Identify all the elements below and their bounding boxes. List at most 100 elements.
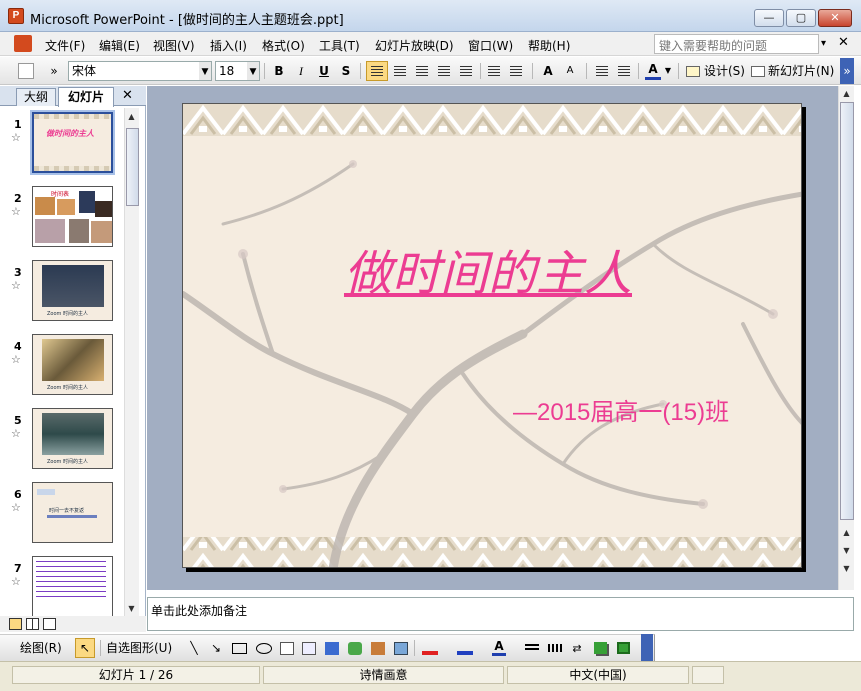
scroll-up-icon[interactable]: ▲ <box>125 110 138 124</box>
line-color-icon[interactable] <box>457 641 473 655</box>
align-right-icon[interactable] <box>416 66 428 76</box>
select-pointer-icon[interactable]: ↖ <box>75 638 95 658</box>
slide-thumbnail-5[interactable]: Zoom 时间的主人 <box>32 408 113 469</box>
close-pane-icon[interactable]: ✕ <box>122 88 133 103</box>
close-button[interactable]: ✕ <box>818 9 852 27</box>
slide-thumbnail-2[interactable]: 时间表 <box>32 186 113 247</box>
menu-tools[interactable]: 工具(T) <box>319 37 360 54</box>
vertical-textbox-icon[interactable] <box>302 642 316 655</box>
line-style-icon[interactable] <box>525 644 539 652</box>
arrow-tool-icon[interactable]: ↘ <box>208 639 224 657</box>
slide-title[interactable]: 做时间的主人 <box>313 234 663 304</box>
arrow-style-icon[interactable]: ⇄ <box>570 642 584 655</box>
slide-sorter-view-icon[interactable] <box>26 618 39 630</box>
maximize-button[interactable]: ▢ <box>786 9 816 27</box>
help-dropdown-icon[interactable]: ▾ <box>821 38 826 49</box>
clipart-icon[interactable] <box>371 642 385 655</box>
powerpoint-app-icon[interactable]: P <box>8 8 24 24</box>
thumb-caption: Zoom 时间的主人 <box>47 459 89 465</box>
menu-format[interactable]: 格式(O) <box>262 37 305 54</box>
scroll-down-icon[interactable]: ▼ <box>840 562 853 576</box>
menu-slideshow[interactable]: 幻灯片放映(D) <box>375 37 454 54</box>
slide-thumbnail-4[interactable]: Zoom 时间的主人 <box>32 334 113 395</box>
draw-menu-button[interactable]: 绘图(R) <box>20 639 62 657</box>
notes-placeholder: 单击此处添加备注 <box>151 604 248 618</box>
notes-pane[interactable]: 单击此处添加备注 <box>147 597 854 631</box>
3d-style-icon[interactable] <box>617 642 630 654</box>
design-button[interactable]: 设计(S) <box>704 62 745 80</box>
close-document-button[interactable]: ✕ <box>838 35 849 50</box>
justify-icon[interactable] <box>438 66 450 76</box>
font-color-dropdown-icon[interactable]: ▼ <box>663 62 673 80</box>
increase-indent-icon[interactable] <box>618 66 630 76</box>
help-search-input[interactable]: 键入需要帮助的问题 <box>654 34 819 54</box>
align-center-icon[interactable] <box>394 66 406 76</box>
toolbar-options-icon[interactable]: » <box>840 58 854 84</box>
font-color-button[interactable]: A <box>645 62 661 80</box>
tab-slides[interactable]: 幻灯片 <box>58 87 114 107</box>
font-size-dropdown-icon[interactable]: ▼ <box>247 61 260 81</box>
new-slide-button[interactable]: 新幻灯片(N) <box>768 62 834 80</box>
scroll-down-icon[interactable]: ▼ <box>125 602 138 616</box>
slide-thumbnail-3[interactable]: Zoom 时间的主人 <box>32 260 113 321</box>
grow-font-button[interactable]: A <box>540 62 556 80</box>
line-tool-icon[interactable]: ╲ <box>186 639 202 657</box>
previous-slide-icon[interactable]: ▲ <box>840 526 853 540</box>
textbox-tool-icon[interactable] <box>280 642 294 655</box>
menu-window[interactable]: 窗口(W) <box>468 37 513 54</box>
dash-style-icon[interactable] <box>548 644 562 652</box>
menu-edit[interactable]: 编辑(E) <box>99 37 140 54</box>
toolbar-options-icon[interactable] <box>641 634 653 661</box>
numbering-icon[interactable] <box>488 66 500 76</box>
distributed-icon[interactable] <box>460 66 472 76</box>
new-document-icon[interactable] <box>18 63 34 79</box>
next-slide-icon[interactable]: ▼ <box>840 544 853 558</box>
toolbar-separator <box>638 63 639 79</box>
animation-star-icon: ☆ <box>11 131 21 144</box>
decrease-indent-icon[interactable] <box>596 66 608 76</box>
toolbar-more-icon[interactable]: » <box>48 62 60 80</box>
normal-view-icon[interactable] <box>9 618 22 630</box>
font-color-icon[interactable]: A <box>492 640 506 656</box>
fill-color-icon[interactable] <box>422 641 438 655</box>
slide-subtitle[interactable]: —2015届高一(15)班 <box>513 392 729 427</box>
insert-picture-icon[interactable] <box>394 642 408 655</box>
tab-outline[interactable]: 大纲 <box>16 88 56 106</box>
menu-help[interactable]: 帮助(H) <box>528 37 570 54</box>
slide-thumbnail-7[interactable] <box>32 556 113 617</box>
menu-file[interactable]: 文件(F) <box>45 37 85 54</box>
scrollbar-thumb[interactable] <box>840 102 854 520</box>
menu-view[interactable]: 视图(V) <box>153 37 195 54</box>
shadow-style-icon[interactable] <box>594 642 607 654</box>
wordart-icon[interactable] <box>325 642 339 655</box>
oval-tool-icon[interactable] <box>256 643 272 654</box>
font-name-select[interactable]: 宋体 <box>68 61 200 81</box>
slide-thumbnail-1[interactable]: 做时间的主人 <box>30 110 115 175</box>
rectangle-tool-icon[interactable] <box>232 643 247 654</box>
minimize-button[interactable]: — <box>754 9 784 27</box>
font-size-select[interactable]: 18 <box>215 61 248 81</box>
autoshapes-button[interactable]: 自选图形(U) <box>106 639 172 657</box>
thumb-photo <box>42 265 104 307</box>
slideshow-view-icon[interactable] <box>43 618 56 630</box>
menu-insert[interactable]: 插入(I) <box>210 37 247 54</box>
bullets-icon[interactable] <box>510 66 522 76</box>
thumb-border-pattern <box>34 114 111 119</box>
align-left-button[interactable] <box>366 61 388 81</box>
new-slide-icon <box>751 66 765 77</box>
document-menu-icon[interactable] <box>14 35 32 52</box>
font-name-dropdown-icon[interactable]: ▼ <box>199 61 212 81</box>
window-title: Microsoft PowerPoint - [做时间的主人主题班会.ppt] <box>30 13 344 28</box>
shrink-font-button[interactable]: A <box>562 62 578 80</box>
thumbnails-scrollbar[interactable]: ▲ ▼ <box>124 108 139 618</box>
slide-scrollbar[interactable]: ▲ ▲ ▼ ▼ <box>838 86 854 590</box>
shadow-button[interactable]: S <box>338 62 354 80</box>
diagram-icon[interactable] <box>348 642 362 655</box>
slide-thumbnail-6[interactable]: 时间一去不复返 <box>32 482 113 543</box>
italic-button[interactable]: I <box>293 62 309 80</box>
scroll-up-icon[interactable]: ▲ <box>840 87 853 101</box>
current-slide[interactable]: 做时间的主人 —2015届高一(15)班 <box>182 103 802 568</box>
bold-button[interactable]: B <box>271 62 287 80</box>
underline-button[interactable]: U <box>316 62 332 80</box>
scrollbar-thumb[interactable] <box>126 128 139 206</box>
